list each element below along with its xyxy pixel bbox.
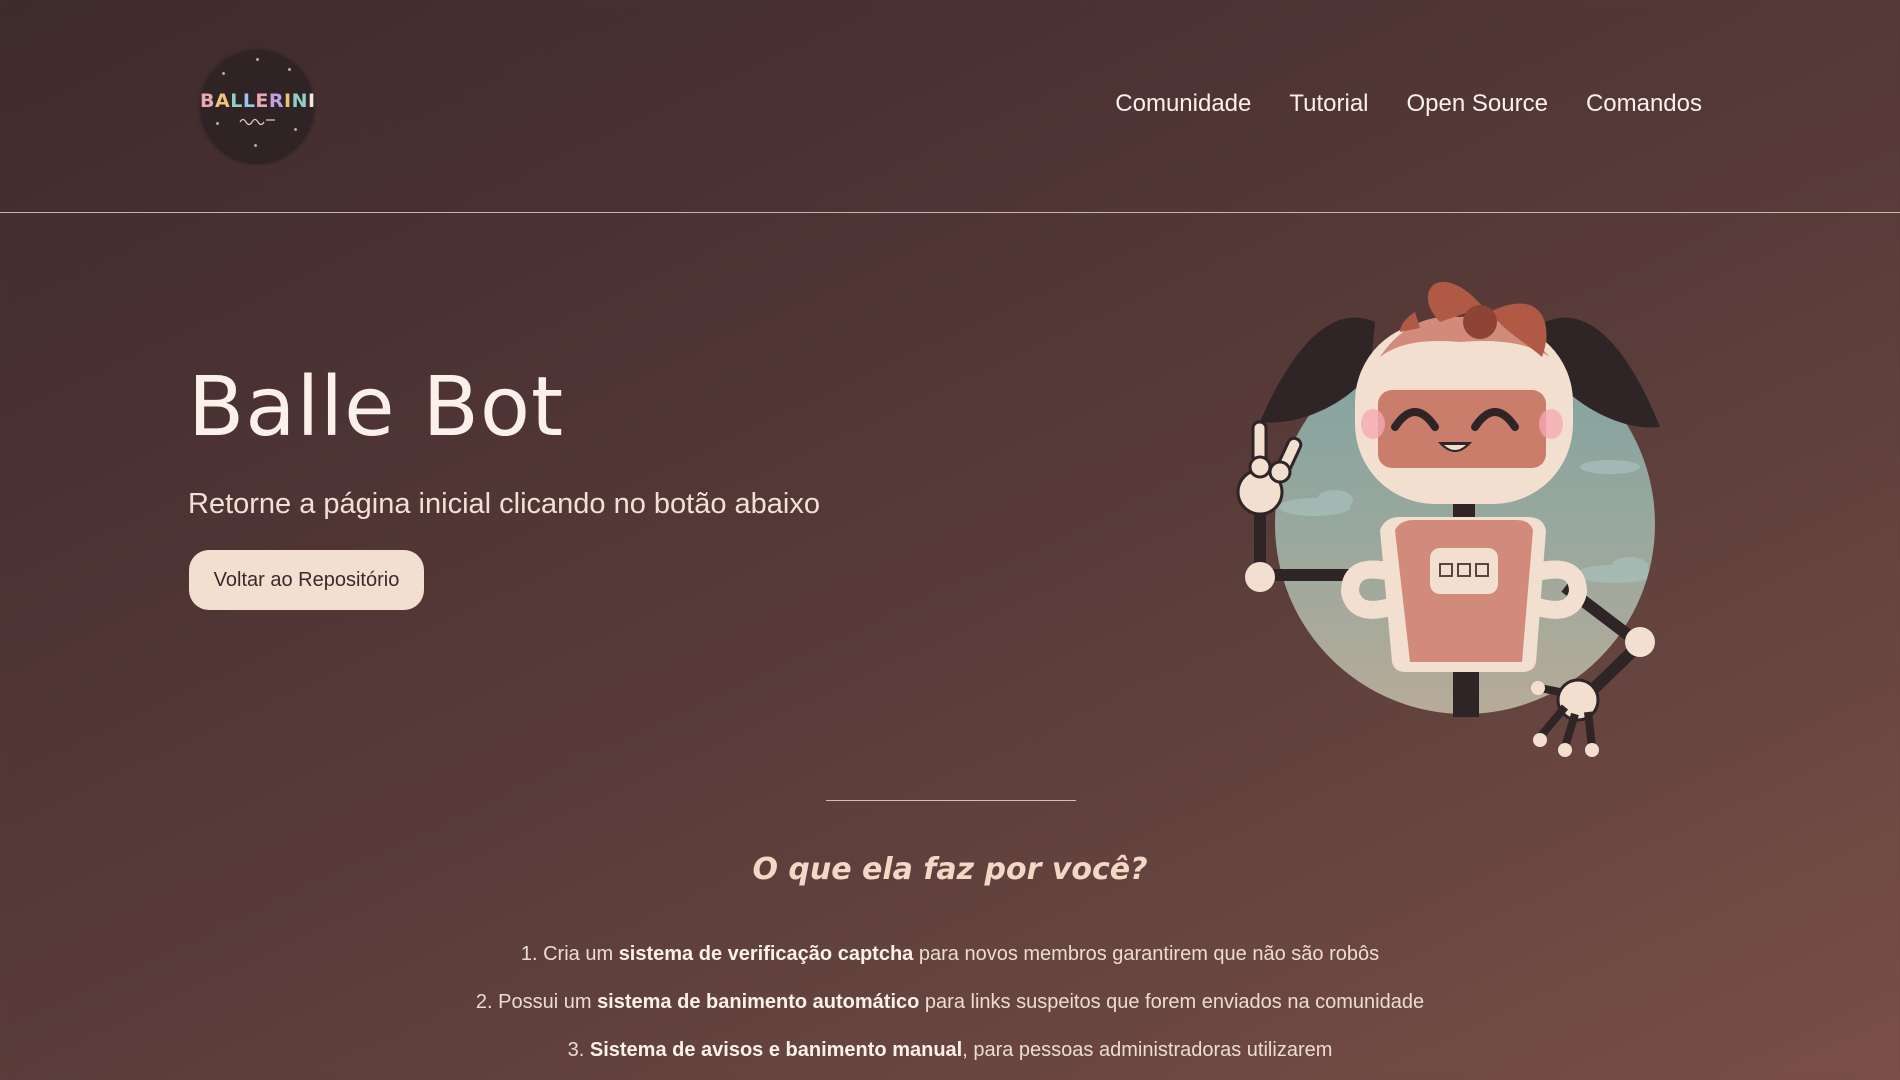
feature-item: 2. Possui um sistema de banimento automá… xyxy=(0,988,1900,1036)
logo-letter: E xyxy=(255,90,269,112)
logo-star-dot xyxy=(254,144,257,147)
logo-letter: R xyxy=(268,90,285,112)
feature-text-bold: sistema de verificação captcha xyxy=(618,943,914,965)
logo-star-dot xyxy=(216,122,219,125)
logo-letter: L xyxy=(242,90,256,112)
nav-link-comandos[interactable]: Comandos xyxy=(1586,90,1702,118)
logo-star-dot xyxy=(222,72,225,75)
feature-text-post: , para pessoas administradoras utilizare… xyxy=(962,1039,1333,1061)
hero-title: Balle Bot xyxy=(188,360,565,455)
logo-star-dot xyxy=(288,68,291,71)
feature-item: 1. Cria um sistema de verificação captch… xyxy=(0,940,1900,988)
robot-mascot-illustration xyxy=(1236,281,1660,757)
logo-letter: I xyxy=(308,90,316,112)
logo-squiggle-icon xyxy=(239,118,275,126)
main-nav: Comunidade Tutorial Open Source Comandos xyxy=(1115,90,1702,118)
feature-text-post: para links suspeitos que forem enviados … xyxy=(924,991,1425,1013)
feature-text-bold: sistema de banimento automático xyxy=(597,991,920,1013)
back-to-repository-button[interactable]: Voltar ao Repositório xyxy=(189,550,424,610)
logo-letter: N xyxy=(291,90,309,112)
features-title: O que ela faz por você? xyxy=(752,852,1148,887)
feature-number: 1. xyxy=(520,943,538,965)
logo-letter: A xyxy=(214,90,231,112)
nav-link-open-source[interactable]: Open Source xyxy=(1407,90,1548,118)
features-list: 1. Cria um sistema de verificação captch… xyxy=(0,940,1900,1080)
feature-number: 3. xyxy=(567,1039,585,1061)
feature-text-pre: Cria um xyxy=(543,943,614,965)
nav-link-comunidade[interactable]: Comunidade xyxy=(1115,90,1251,118)
hero-subtitle: Retorne a página inicial clicando no bot… xyxy=(188,488,820,520)
logo-star-dot xyxy=(256,58,259,61)
logo-text: BALLERINI xyxy=(200,90,316,112)
logo-letter: I xyxy=(284,90,292,112)
feature-text-bold: Sistema de avisos e banimento manual xyxy=(589,1039,963,1061)
nav-link-tutorial[interactable]: Tutorial xyxy=(1289,90,1368,118)
section-divider xyxy=(826,800,1076,801)
feature-text-pre: Possui um xyxy=(498,991,592,1013)
logo-letter: B xyxy=(200,90,215,112)
feature-item: 3. Sistema de avisos e banimento manual,… xyxy=(0,1036,1900,1080)
ballerini-logo[interactable]: BALLERINI xyxy=(200,50,316,164)
feature-number: 2. xyxy=(475,991,493,1013)
logo-star-dot xyxy=(294,128,297,131)
logo-letter: L xyxy=(230,90,243,112)
site-header: BALLERINI Comunidade Tutorial Open Sourc… xyxy=(0,0,1900,213)
feature-text-post: para novos membros garantirem que não sã… xyxy=(918,943,1380,965)
